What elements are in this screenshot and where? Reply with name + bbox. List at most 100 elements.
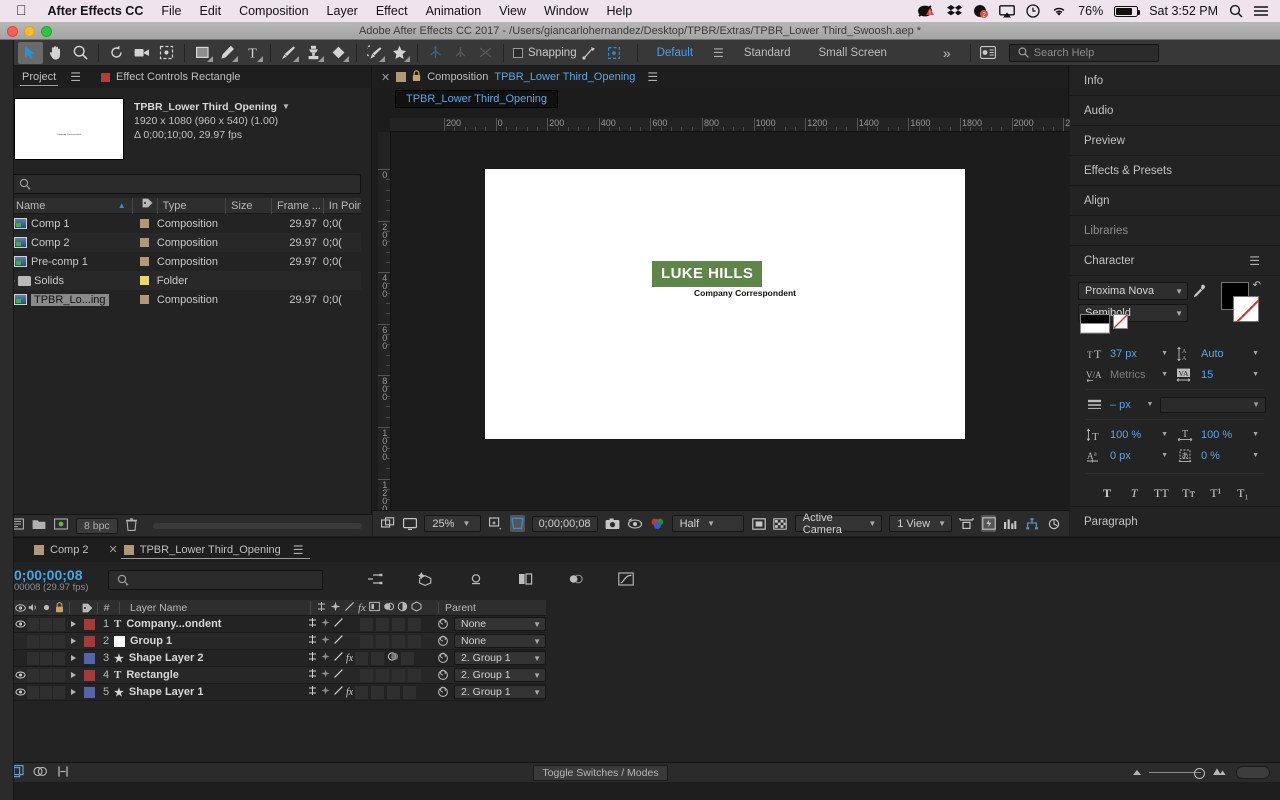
reset-exposure-icon[interactable]: [1046, 515, 1061, 532]
layer-label-color[interactable]: [80, 669, 98, 681]
all-caps-icon[interactable]: TT: [1152, 486, 1170, 501]
quality-toggle[interactable]: [333, 651, 344, 665]
layer-row[interactable]: 5 ★ Shape Layer 1 fx 2. Group 1 ▼: [14, 684, 546, 701]
parent-select[interactable]: 2. Group 1 ▼: [454, 651, 546, 665]
layer-visibility-toggle[interactable]: [14, 688, 27, 696]
parent-pickwhip[interactable]: [432, 635, 454, 647]
shy-toggle[interactable]: [307, 668, 318, 682]
layer-visibility-toggle[interactable]: [14, 620, 27, 628]
tab-effect-controls[interactable]: Effect Controls Rectangle: [110, 66, 249, 88]
shy-toggle[interactable]: [307, 651, 318, 665]
stroke-type-select[interactable]: ▼: [1160, 396, 1266, 413]
rotation-tool[interactable]: [104, 42, 129, 64]
camera-view-select[interactable]: Active Camera ▼: [794, 512, 883, 536]
layer-switches[interactable]: [304, 668, 432, 682]
panel-header-audio[interactable]: Audio: [1070, 96, 1280, 126]
shy-toggle[interactable]: [307, 634, 318, 648]
menu-file[interactable]: File: [152, 4, 190, 18]
new-composition-icon[interactable]: [54, 518, 68, 533]
composition-canvas[interactable]: LUKE HILLS Company Correspondent: [391, 132, 1069, 510]
horizontal-scrollbar[interactable]: [152, 522, 362, 529]
comp-flowchart-icon[interactable]: [1025, 515, 1040, 532]
column-in-point[interactable]: In Point: [322, 197, 361, 214]
delete-icon[interactable]: [125, 517, 137, 534]
shy-toggle[interactable]: [307, 685, 318, 699]
close-icon[interactable]: ✕: [381, 71, 390, 84]
menu-view[interactable]: View: [490, 4, 535, 18]
hand-tool[interactable]: [43, 42, 68, 64]
menu-animation[interactable]: Animation: [417, 4, 491, 18]
lock-icon[interactable]: [412, 69, 421, 85]
workspace-standard[interactable]: Standard: [730, 47, 805, 59]
resolution-auto-icon[interactable]: [488, 515, 503, 532]
column-type[interactable]: Type: [156, 197, 226, 214]
artboard[interactable]: LUKE HILLS Company Correspondent: [485, 169, 965, 439]
layer-lock-toggle[interactable]: [53, 668, 66, 682]
do-not-disturb-icon[interactable]: !: [917, 4, 936, 18]
clock-label[interactable]: Sat 3:52 PM: [1149, 4, 1218, 18]
label-color-swatch[interactable]: [139, 295, 149, 304]
menu-window[interactable]: Window: [535, 4, 597, 18]
snapping-arrow-icon[interactable]: [577, 42, 602, 64]
pixel-aspect-correction-icon[interactable]: [959, 515, 974, 532]
frame-blending-icon[interactable]: [518, 572, 534, 589]
table-row[interactable]: Comp 1 Composition 29.97 0;0(: [10, 214, 361, 233]
zoom-out-icon[interactable]: [1131, 767, 1143, 779]
swap-fill-stroke-icon[interactable]: ↶: [1253, 280, 1261, 291]
toggle-mask-icon[interactable]: [751, 515, 766, 532]
draft-3d-icon[interactable]: [417, 571, 434, 589]
layer-disclosure-triangle[interactable]: [66, 621, 80, 627]
chevron-down-icon[interactable]: ▼: [1252, 452, 1259, 459]
eraser-tool[interactable]: [326, 42, 351, 64]
current-time-display[interactable]: 0;00;00;08: [531, 515, 598, 532]
label-color-swatch[interactable]: [139, 219, 149, 228]
toggle-switches-modes-button[interactable]: Toggle Switches / Modes: [533, 764, 668, 781]
wifi-icon[interactable]: [1051, 5, 1067, 17]
italic-icon[interactable]: T: [1125, 486, 1143, 501]
layer-switches[interactable]: fx: [304, 685, 432, 699]
column-size[interactable]: Size: [225, 197, 271, 214]
parent-pickwhip[interactable]: [432, 618, 454, 630]
close-icon[interactable]: ✕: [109, 538, 118, 562]
stroke-width-field[interactable]: – px ▼: [1084, 397, 1160, 413]
layer-disclosure-triangle[interactable]: [66, 638, 80, 644]
camera-tool[interactable]: [129, 42, 154, 64]
pen-tool[interactable]: [215, 42, 240, 64]
menu-composition[interactable]: Composition: [230, 4, 317, 18]
layer-switches[interactable]: [304, 634, 432, 648]
timeline-time-display[interactable]: 0;00;00;08 00008 (29.97 fps): [14, 568, 88, 593]
horizontal-ruler[interactable]: 200 0 200 400 600 800 1000 1200 1400 1600 1800 2000…: [390, 118, 1070, 132]
superscript-icon[interactable]: T¹: [1207, 486, 1225, 501]
panel-header-libraries[interactable]: Libraries: [1070, 216, 1280, 246]
comp-breadcrumb-chip[interactable]: TPBR_Lower Third_Opening: [395, 90, 559, 108]
parent-select[interactable]: 2. Group 1 ▼: [454, 668, 546, 682]
tracking-field[interactable]: VA 15 ▼: [1175, 367, 1266, 383]
layer-lock-toggle[interactable]: [53, 651, 66, 665]
panel-header-info[interactable]: Info: [1070, 66, 1280, 96]
selection-tool[interactable]: [18, 41, 43, 64]
chevron-down-icon[interactable]: ▼: [1161, 431, 1168, 438]
layer-audio-toggle[interactable]: [27, 685, 40, 699]
layer-label-color[interactable]: [80, 635, 98, 647]
timeline-comp-button[interactable]: [1236, 766, 1270, 779]
window-controls[interactable]: [7, 26, 52, 37]
table-row[interactable]: Solids Folder: [10, 271, 361, 290]
view-axis-mode-icon[interactable]: [473, 42, 498, 64]
table-row[interactable]: TPBR_Lo...ing Composition 29.97 0;0(: [10, 290, 361, 309]
lower-third-title-box[interactable]: LUKE HILLS: [652, 261, 763, 287]
take-snapshot-icon[interactable]: [605, 515, 620, 532]
layer-name[interactable]: Group 1: [114, 635, 304, 647]
column-name[interactable]: Name ▲: [10, 197, 132, 214]
timeline-icon[interactable]: [1003, 515, 1018, 532]
layer-solo-toggle[interactable]: [40, 651, 53, 665]
snapping-bounds-icon[interactable]: [602, 42, 627, 64]
layer-row[interactable]: 1 T Company...ondent None ▼: [14, 616, 546, 633]
layer-solo-toggle[interactable]: [40, 634, 53, 648]
timeline-zoom-slider[interactable]: [1131, 767, 1227, 779]
label-color-swatch[interactable]: [139, 238, 149, 247]
chevron-down-icon[interactable]: ▼: [1161, 371, 1168, 378]
workspace-default[interactable]: Default: [643, 47, 707, 59]
roto-brush-tool[interactable]: [362, 42, 387, 64]
parent-pickwhip[interactable]: [432, 669, 454, 681]
zoom-level-select[interactable]: 25% ▼: [424, 515, 481, 532]
